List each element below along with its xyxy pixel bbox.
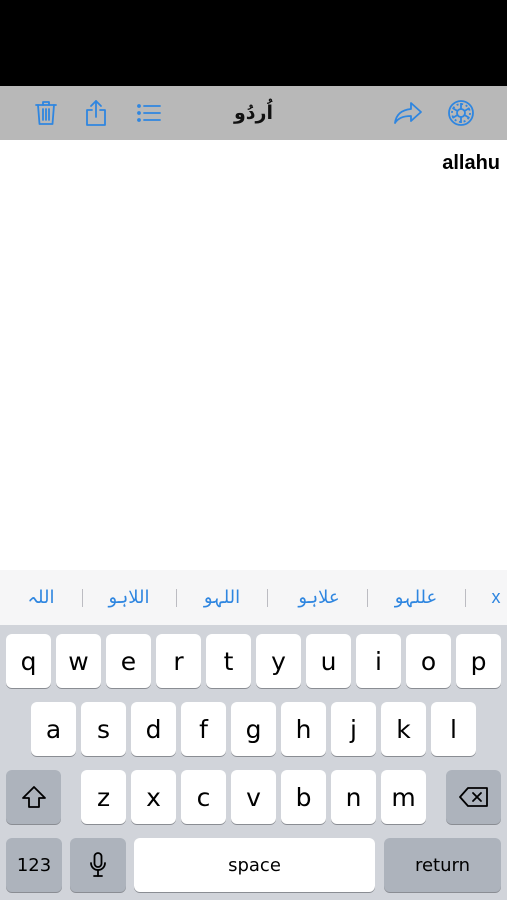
status-bar <box>0 0 507 86</box>
separator <box>465 589 466 607</box>
forward-icon[interactable] <box>390 86 426 140</box>
text-editor[interactable]: allahu <box>0 140 507 570</box>
page-title: اُردُو <box>233 102 273 124</box>
key-g[interactable]: g <box>231 702 276 756</box>
backspace-key[interactable] <box>446 770 501 824</box>
key-v[interactable]: v <box>231 770 276 824</box>
dictation-key[interactable] <box>70 838 126 892</box>
suggestion-item[interactable]: عللہو <box>374 570 458 625</box>
suggestion-close[interactable]: x <box>486 570 506 625</box>
keyboard: q w e r t y u i o p a s d f g h j k l z … <box>0 625 507 900</box>
suggestion-bar: x عللہو علاہو اللہو اللاہو اللہ <box>0 570 507 625</box>
separator <box>176 589 177 607</box>
editor-text: allahu <box>442 152 500 174</box>
suggestion-item[interactable]: اللہو <box>180 570 264 625</box>
key-x[interactable]: x <box>131 770 176 824</box>
key-j[interactable]: j <box>331 702 376 756</box>
key-s[interactable]: s <box>81 702 126 756</box>
key-d[interactable]: d <box>131 702 176 756</box>
list-icon[interactable] <box>133 86 165 140</box>
shift-key[interactable] <box>6 770 61 824</box>
key-q[interactable]: q <box>6 634 51 688</box>
key-e[interactable]: e <box>106 634 151 688</box>
trash-icon[interactable] <box>31 86 61 140</box>
separator <box>367 589 368 607</box>
shift-icon <box>21 786 46 808</box>
key-f[interactable]: f <box>181 702 226 756</box>
share-icon[interactable] <box>81 86 111 140</box>
key-t[interactable]: t <box>206 634 251 688</box>
key-c[interactable]: c <box>181 770 226 824</box>
key-l[interactable]: l <box>431 702 476 756</box>
key-u[interactable]: u <box>306 634 351 688</box>
suggestion-item[interactable]: اللہ <box>12 570 70 625</box>
key-n[interactable]: n <box>331 770 376 824</box>
separator <box>82 589 83 607</box>
numbers-key[interactable]: 123 <box>6 838 62 892</box>
suggestion-item[interactable]: اللاہو <box>87 570 171 625</box>
key-o[interactable]: o <box>406 634 451 688</box>
backspace-icon <box>458 787 488 807</box>
space-key[interactable]: space <box>134 838 375 892</box>
key-a[interactable]: a <box>31 702 76 756</box>
settings-icon[interactable] <box>443 86 479 140</box>
separator <box>267 589 268 607</box>
key-b[interactable]: b <box>281 770 326 824</box>
key-p[interactable]: p <box>456 634 501 688</box>
key-h[interactable]: h <box>281 702 326 756</box>
key-r[interactable]: r <box>156 634 201 688</box>
key-i[interactable]: i <box>356 634 401 688</box>
key-w[interactable]: w <box>56 634 101 688</box>
key-y[interactable]: y <box>256 634 301 688</box>
return-key[interactable]: return <box>384 838 501 892</box>
key-k[interactable]: k <box>381 702 426 756</box>
microphone-icon <box>90 852 106 877</box>
key-m[interactable]: m <box>381 770 426 824</box>
key-z[interactable]: z <box>81 770 126 824</box>
suggestion-item[interactable]: علاہو <box>277 570 361 625</box>
